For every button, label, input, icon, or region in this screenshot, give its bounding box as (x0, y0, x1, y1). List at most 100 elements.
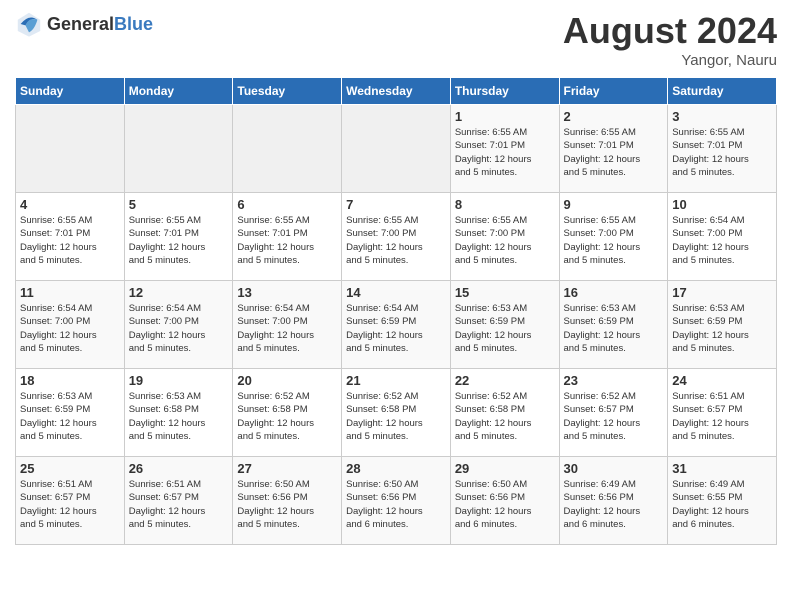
day-info: Sunrise: 6:52 AM Sunset: 6:58 PM Dayligh… (346, 390, 446, 443)
weekday-header: Tuesday (233, 78, 342, 105)
calendar-day-cell: 2Sunrise: 6:55 AM Sunset: 7:01 PM Daylig… (559, 105, 668, 193)
calendar-day-cell: 24 Sunrise: 6:51 AM Sunset: 6:57 PM Dayli… (668, 369, 777, 457)
calendar-day-cell (342, 105, 451, 193)
day-number: 5 (129, 197, 229, 212)
calendar-day-cell: 8 Sunrise: 6:55 AM Sunset: 7:00 PM Daylig… (450, 193, 559, 281)
calendar-day-cell: 7 Sunrise: 6:55 AM Sunset: 7:00 PM Daylig… (342, 193, 451, 281)
day-number: 8 (455, 197, 555, 212)
day-info: Sunrise: 6:55 AM Sunset: 7:00 PM Dayligh… (455, 214, 555, 267)
day-info: Sunrise: 6:54 AM Sunset: 7:00 PM Dayligh… (672, 214, 772, 267)
day-number: 15 (455, 285, 555, 300)
day-info: Sunrise: 6:49 AM Sunset: 6:56 PM Dayligh… (564, 478, 664, 531)
day-number: 26 (129, 461, 229, 476)
day-number: 31 (672, 461, 772, 476)
day-info: Sunrise: 6:51 AM Sunset: 6:57 PM Dayligh… (672, 390, 772, 443)
calendar-day-cell: 9 Sunrise: 6:55 AM Sunset: 7:00 PM Daylig… (559, 193, 668, 281)
weekday-header-row: SundayMondayTuesdayWednesdayThursdayFrid… (16, 78, 777, 105)
calendar-week-row: 4 Sunrise: 6:55 AM Sunset: 7:01 PM Daylig… (16, 193, 777, 281)
day-info: Sunrise: 6:53 AM Sunset: 6:58 PM Dayligh… (129, 390, 229, 443)
day-number: 2 (564, 109, 664, 124)
day-number: 16 (564, 285, 664, 300)
calendar-week-row: 11 Sunrise: 6:54 AM Sunset: 7:00 PM Dayli… (16, 281, 777, 369)
calendar-day-cell: 31Sunrise: 6:49 AM Sunset: 6:55 PM Dayli… (668, 457, 777, 545)
logo: GeneralBlue (15, 10, 153, 38)
title-block: August 2024 Yangor, Nauru (563, 10, 777, 69)
calendar-day-cell (233, 105, 342, 193)
day-info: Sunrise: 6:53 AM Sunset: 6:59 PM Dayligh… (20, 390, 120, 443)
calendar-day-cell: 27 Sunrise: 6:50 AM Sunset: 6:56 PM Dayli… (233, 457, 342, 545)
day-info: Sunrise: 6:55 AM Sunset: 7:01 PM Dayligh… (237, 214, 337, 267)
day-number: 13 (237, 285, 337, 300)
day-info: Sunrise: 6:55 AM Sunset: 7:01 PM Dayligh… (20, 214, 120, 267)
calendar-day-cell: 17Sunrise: 6:53 AM Sunset: 6:59 PM Dayli… (668, 281, 777, 369)
calendar-day-cell: 12Sunrise: 6:54 AM Sunset: 7:00 PM Dayli… (124, 281, 233, 369)
calendar-day-cell: 26 Sunrise: 6:51 AM Sunset: 6:57 PM Dayli… (124, 457, 233, 545)
day-info: Sunrise: 6:55 AM Sunset: 7:00 PM Dayligh… (564, 214, 664, 267)
weekday-header: Friday (559, 78, 668, 105)
calendar-day-cell: 18 Sunrise: 6:53 AM Sunset: 6:59 PM Dayli… (16, 369, 125, 457)
day-info: Sunrise: 6:55 AM Sunset: 7:00 PM Dayligh… (346, 214, 446, 267)
calendar-day-cell (124, 105, 233, 193)
day-number: 10 (672, 197, 772, 212)
day-number: 11 (20, 285, 120, 300)
weekday-header: Saturday (668, 78, 777, 105)
calendar-day-cell: 11 Sunrise: 6:54 AM Sunset: 7:00 PM Dayli… (16, 281, 125, 369)
day-number: 7 (346, 197, 446, 212)
day-number: 20 (237, 373, 337, 388)
calendar-table: SundayMondayTuesdayWednesdayThursdayFrid… (15, 77, 777, 545)
page-header: GeneralBlue August 2024 Yangor, Nauru (15, 10, 777, 69)
calendar-day-cell: 19 Sunrise: 6:53 AM Sunset: 6:58 PM Dayli… (124, 369, 233, 457)
day-info: Sunrise: 6:50 AM Sunset: 6:56 PM Dayligh… (455, 478, 555, 531)
calendar-day-cell: 25 Sunrise: 6:51 AM Sunset: 6:57 PM Dayli… (16, 457, 125, 545)
logo-icon (15, 10, 43, 38)
day-info: Sunrise: 6:53 AM Sunset: 6:59 PM Dayligh… (564, 302, 664, 355)
day-info: Sunrise: 6:51 AM Sunset: 6:57 PM Dayligh… (129, 478, 229, 531)
day-info: Sunrise: 6:50 AM Sunset: 6:56 PM Dayligh… (237, 478, 337, 531)
day-info: Sunrise: 6:54 AM Sunset: 6:59 PM Dayligh… (346, 302, 446, 355)
weekday-header: Wednesday (342, 78, 451, 105)
day-info: Sunrise: 6:54 AM Sunset: 7:00 PM Dayligh… (20, 302, 120, 355)
day-info: Sunrise: 6:53 AM Sunset: 6:59 PM Dayligh… (455, 302, 555, 355)
day-info: Sunrise: 6:52 AM Sunset: 6:58 PM Dayligh… (455, 390, 555, 443)
calendar-day-cell: 1Sunrise: 6:55 AM Sunset: 7:01 PM Daylig… (450, 105, 559, 193)
day-info: Sunrise: 6:52 AM Sunset: 6:57 PM Dayligh… (564, 390, 664, 443)
calendar-day-cell: 21 Sunrise: 6:52 AM Sunset: 6:58 PM Dayli… (342, 369, 451, 457)
logo-text: GeneralBlue (47, 14, 153, 35)
day-info: Sunrise: 6:55 AM Sunset: 7:01 PM Dayligh… (129, 214, 229, 267)
calendar-day-cell: 30 Sunrise: 6:49 AM Sunset: 6:56 PM Dayli… (559, 457, 668, 545)
day-number: 3 (672, 109, 772, 124)
calendar-day-cell: 29 Sunrise: 6:50 AM Sunset: 6:56 PM Dayli… (450, 457, 559, 545)
day-number: 24 (672, 373, 772, 388)
weekday-header: Sunday (16, 78, 125, 105)
day-info: Sunrise: 6:51 AM Sunset: 6:57 PM Dayligh… (20, 478, 120, 531)
location-subtitle: Yangor, Nauru (563, 52, 777, 69)
calendar-day-cell: 23 Sunrise: 6:52 AM Sunset: 6:57 PM Dayli… (559, 369, 668, 457)
day-number: 30 (564, 461, 664, 476)
calendar-day-cell: 6 Sunrise: 6:55 AM Sunset: 7:01 PM Daylig… (233, 193, 342, 281)
day-number: 19 (129, 373, 229, 388)
day-number: 18 (20, 373, 120, 388)
day-number: 4 (20, 197, 120, 212)
calendar-day-cell: 28Sunrise: 6:50 AM Sunset: 6:56 PM Dayli… (342, 457, 451, 545)
day-info: Sunrise: 6:55 AM Sunset: 7:01 PM Dayligh… (455, 126, 555, 179)
calendar-day-cell (16, 105, 125, 193)
calendar-day-cell: 10 Sunrise: 6:54 AM Sunset: 7:00 PM Dayli… (668, 193, 777, 281)
day-number: 27 (237, 461, 337, 476)
day-info: Sunrise: 6:52 AM Sunset: 6:58 PM Dayligh… (237, 390, 337, 443)
day-info: Sunrise: 6:55 AM Sunset: 7:01 PM Dayligh… (672, 126, 772, 179)
day-number: 22 (455, 373, 555, 388)
calendar-day-cell: 20 Sunrise: 6:52 AM Sunset: 6:58 PM Dayli… (233, 369, 342, 457)
day-number: 9 (564, 197, 664, 212)
day-number: 25 (20, 461, 120, 476)
day-number: 28 (346, 461, 446, 476)
weekday-header: Monday (124, 78, 233, 105)
day-number: 29 (455, 461, 555, 476)
day-number: 23 (564, 373, 664, 388)
weekday-header: Thursday (450, 78, 559, 105)
day-number: 6 (237, 197, 337, 212)
calendar-week-row: 18 Sunrise: 6:53 AM Sunset: 6:59 PM Dayli… (16, 369, 777, 457)
calendar-day-cell: 13Sunrise: 6:54 AM Sunset: 7:00 PM Dayli… (233, 281, 342, 369)
day-number: 17 (672, 285, 772, 300)
day-number: 21 (346, 373, 446, 388)
calendar-day-cell: 15 Sunrise: 6:53 AM Sunset: 6:59 PM Dayli… (450, 281, 559, 369)
